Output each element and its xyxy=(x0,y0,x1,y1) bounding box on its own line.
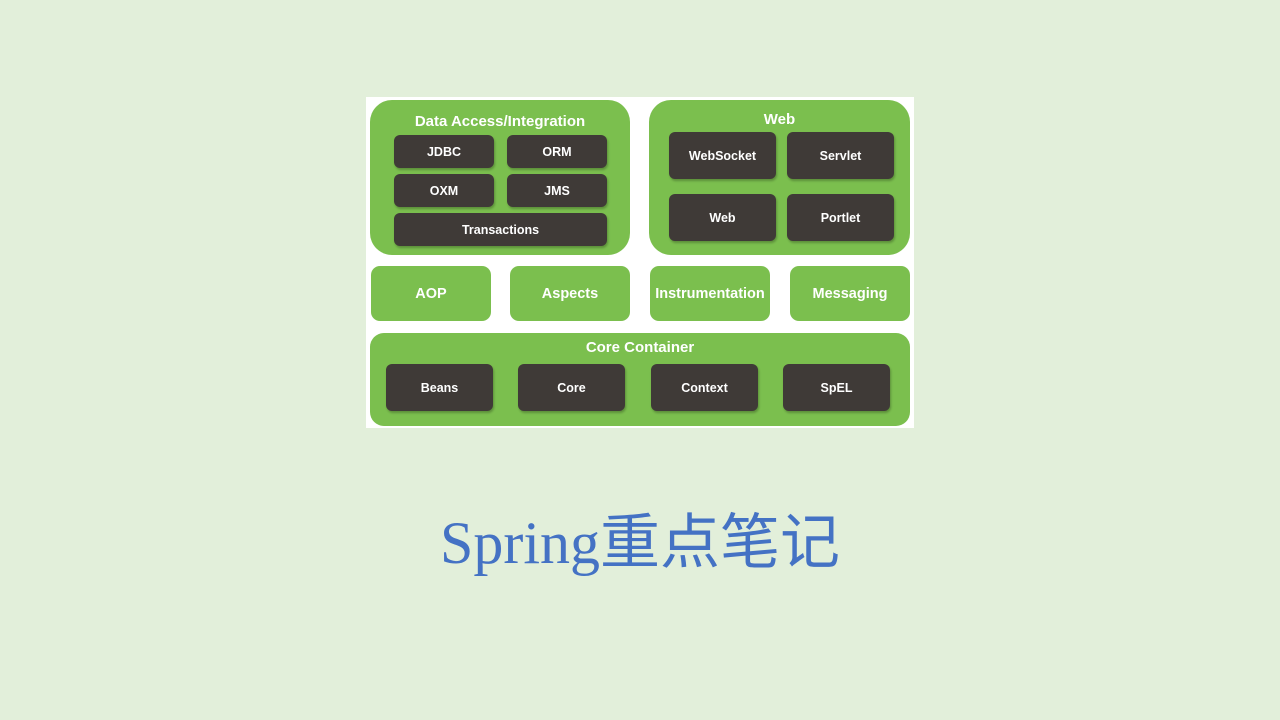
spring-architecture-diagram: Data Access/Integration JDBC ORM OXM JMS… xyxy=(366,97,914,428)
module-transactions: Transactions xyxy=(394,213,607,246)
module-jdbc: JDBC xyxy=(394,135,494,168)
module-oxm: OXM xyxy=(394,174,494,207)
module-beans: Beans xyxy=(386,364,493,411)
core-container-panel: Core Container Beans Core Context SpEL xyxy=(370,333,910,426)
module-context: Context xyxy=(651,364,758,411)
module-portlet: Portlet xyxy=(787,194,894,241)
module-core: Core xyxy=(518,364,625,411)
web-panel: Web WebSocket Servlet Web Portlet xyxy=(649,100,910,255)
module-orm: ORM xyxy=(507,135,607,168)
module-messaging: Messaging xyxy=(790,266,910,321)
module-websocket: WebSocket xyxy=(669,132,776,179)
module-aop: AOP xyxy=(371,266,491,321)
slide-title: Spring重点笔记 xyxy=(439,510,841,576)
module-instrumentation: Instrumentation xyxy=(650,266,770,321)
module-aspects: Aspects xyxy=(510,266,630,321)
module-jms: JMS xyxy=(507,174,607,207)
data-access-title: Data Access/Integration xyxy=(414,113,586,130)
module-web: Web xyxy=(669,194,776,241)
module-spel: SpEL xyxy=(783,364,890,411)
web-title: Web xyxy=(763,111,796,128)
data-access-panel: Data Access/Integration JDBC ORM OXM JMS… xyxy=(370,100,630,255)
core-container-title: Core Container xyxy=(585,339,695,356)
module-servlet: Servlet xyxy=(787,132,894,179)
